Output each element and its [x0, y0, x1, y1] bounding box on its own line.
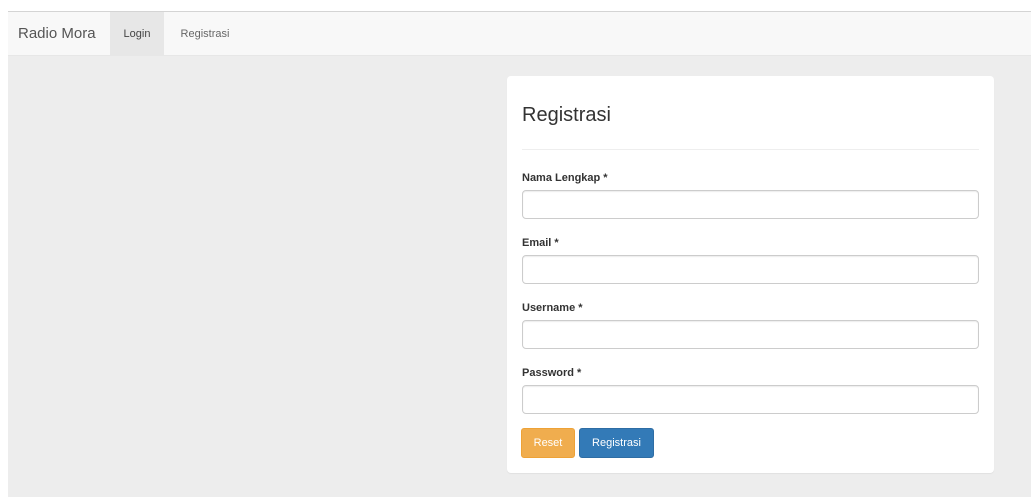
registration-panel: Registrasi Nama Lengkap * Email * Userna…	[507, 76, 994, 473]
password-label: Password *	[522, 367, 582, 379]
password-input[interactable]	[522, 385, 979, 414]
nav-item-login[interactable]: Login	[110, 12, 164, 56]
title-divider	[522, 149, 979, 150]
navbar-brand[interactable]: Radio Mora	[8, 12, 106, 56]
registrasi-submit-button[interactable]: Registrasi	[579, 428, 654, 458]
email-input[interactable]	[522, 255, 979, 284]
nav-item-registrasi[interactable]: Registrasi	[170, 12, 240, 56]
username-label: Username *	[522, 302, 583, 314]
reset-button[interactable]: Reset	[521, 428, 575, 458]
email-label: Email *	[522, 237, 559, 249]
username-input[interactable]	[522, 320, 979, 349]
form-title: Registrasi	[522, 104, 611, 126]
full-name-label: Nama Lengkap *	[522, 172, 608, 184]
full-name-input[interactable]	[522, 190, 979, 219]
navbar: Radio Mora Login Registrasi	[8, 11, 1031, 56]
page-background: Radio Mora Login Registrasi Registrasi N…	[8, 11, 1031, 497]
